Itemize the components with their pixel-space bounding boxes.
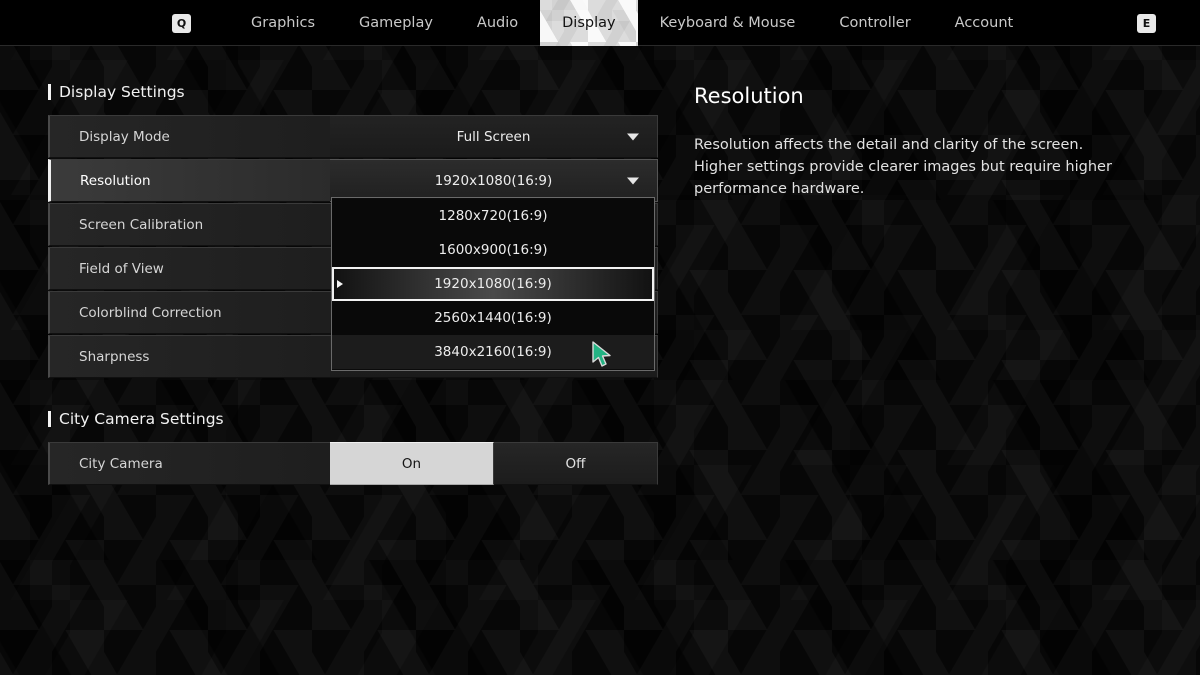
chevron-down-icon xyxy=(627,133,639,140)
setting-label-display-mode: Display Mode xyxy=(48,115,330,158)
tab-display[interactable]: Display xyxy=(540,0,638,46)
setting-value-display-mode[interactable]: Full Screen xyxy=(330,115,658,158)
tab-display-label: Display xyxy=(562,15,616,31)
heading-accent-bar xyxy=(48,84,51,100)
city-camera-option-off-label: Off xyxy=(565,455,586,472)
chevron-down-icon xyxy=(627,177,639,184)
tab-account[interactable]: Account xyxy=(933,0,1036,46)
setting-value-resolution[interactable]: 1920x1080(16:9) xyxy=(330,159,658,202)
display-settings-heading: Display Settings xyxy=(48,83,185,101)
city-camera-settings-heading: City Camera Settings xyxy=(48,410,224,428)
dropdown-option-1600x900-label: 1600x900(16:9) xyxy=(438,242,548,258)
info-panel: Resolution Resolution affects the detail… xyxy=(694,84,1194,200)
tab-controller[interactable]: Controller xyxy=(817,0,932,46)
setting-row-city-camera[interactable]: City Camera On Off xyxy=(48,442,658,485)
key-hint-q[interactable]: Q xyxy=(172,13,191,33)
setting-row-display-mode[interactable]: Display Mode Full Screen xyxy=(48,115,658,158)
key-hint-e-label: E xyxy=(1142,16,1151,30)
display-settings-heading-label: Display Settings xyxy=(59,83,185,101)
city-camera-settings-heading-label: City Camera Settings xyxy=(59,410,224,428)
setting-value-resolution-text: 1920x1080(16:9) xyxy=(434,172,553,189)
info-panel-description: Resolution affects the detail and clarit… xyxy=(694,137,1112,198)
heading-accent-bar xyxy=(48,411,51,427)
tab-keyboard-mouse[interactable]: Keyboard & Mouse xyxy=(638,0,818,46)
setting-label-field-of-view: Field of View xyxy=(48,247,330,290)
tab-audio[interactable]: Audio xyxy=(455,0,540,46)
city-camera-option-off[interactable]: Off xyxy=(494,442,658,485)
city-camera-option-on[interactable]: On xyxy=(330,442,494,485)
setting-label-resolution: Resolution xyxy=(48,159,330,202)
dropdown-option-1920x1080-label: 1920x1080(16:9) xyxy=(434,276,552,292)
tab-account-label: Account xyxy=(954,15,1014,31)
setting-value-display-mode-text: Full Screen xyxy=(456,128,531,145)
tab-gameplay-label: Gameplay xyxy=(359,15,433,31)
dropdown-option-2560x1440[interactable]: 2560x1440(16:9) xyxy=(332,301,654,335)
city-camera-rows: City Camera On Off xyxy=(48,442,658,486)
settings-content: Display Settings Display Mode Full Scree… xyxy=(0,46,1200,675)
dropdown-option-1280x720[interactable]: 1280x720(16:9) xyxy=(332,199,654,233)
setting-label-screen-calibration: Screen Calibration xyxy=(48,203,330,246)
dropdown-option-1280x720-label: 1280x720(16:9) xyxy=(438,208,548,224)
dropdown-option-3840x2160-label: 3840x2160(16:9) xyxy=(434,344,552,360)
top-tab-bar: Q Graphics Gameplay Audio Display Keyboa… xyxy=(0,0,1200,46)
city-camera-option-on-label: On xyxy=(401,455,422,472)
tab-gameplay[interactable]: Gameplay xyxy=(337,0,455,46)
dropdown-option-2560x1440-label: 2560x1440(16:9) xyxy=(434,310,552,326)
dropdown-option-3840x2160[interactable]: 3840x2160(16:9) xyxy=(332,335,654,369)
setting-label-colorblind-correction: Colorblind Correction xyxy=(48,291,330,334)
tab-controller-label: Controller xyxy=(839,15,911,31)
city-camera-toggle-group: On Off xyxy=(330,442,658,485)
tab-graphics-label: Graphics xyxy=(251,15,316,31)
resolution-dropdown-list[interactable]: 1280x720(16:9) 1600x900(16:9) 1920x1080(… xyxy=(331,197,655,371)
info-panel-title: Resolution xyxy=(694,84,804,108)
dropdown-option-1600x900[interactable]: 1600x900(16:9) xyxy=(332,233,654,267)
tab-graphics[interactable]: Graphics xyxy=(229,0,337,46)
tab-keyboard-mouse-label: Keyboard & Mouse xyxy=(659,15,796,31)
setting-label-sharpness: Sharpness xyxy=(48,335,330,378)
selected-marker-icon xyxy=(337,280,343,288)
setting-label-city-camera: City Camera xyxy=(48,442,330,485)
tab-audio-label: Audio xyxy=(476,15,519,31)
key-hint-e[interactable]: E xyxy=(1137,13,1156,33)
setting-row-resolution[interactable]: Resolution 1920x1080(16:9) xyxy=(48,159,658,202)
dropdown-option-1920x1080[interactable]: 1920x1080(16:9) xyxy=(332,267,654,301)
tab-list: Q Graphics Gameplay Audio Display Keyboa… xyxy=(0,0,1200,46)
key-hint-q-label: Q xyxy=(176,16,187,30)
